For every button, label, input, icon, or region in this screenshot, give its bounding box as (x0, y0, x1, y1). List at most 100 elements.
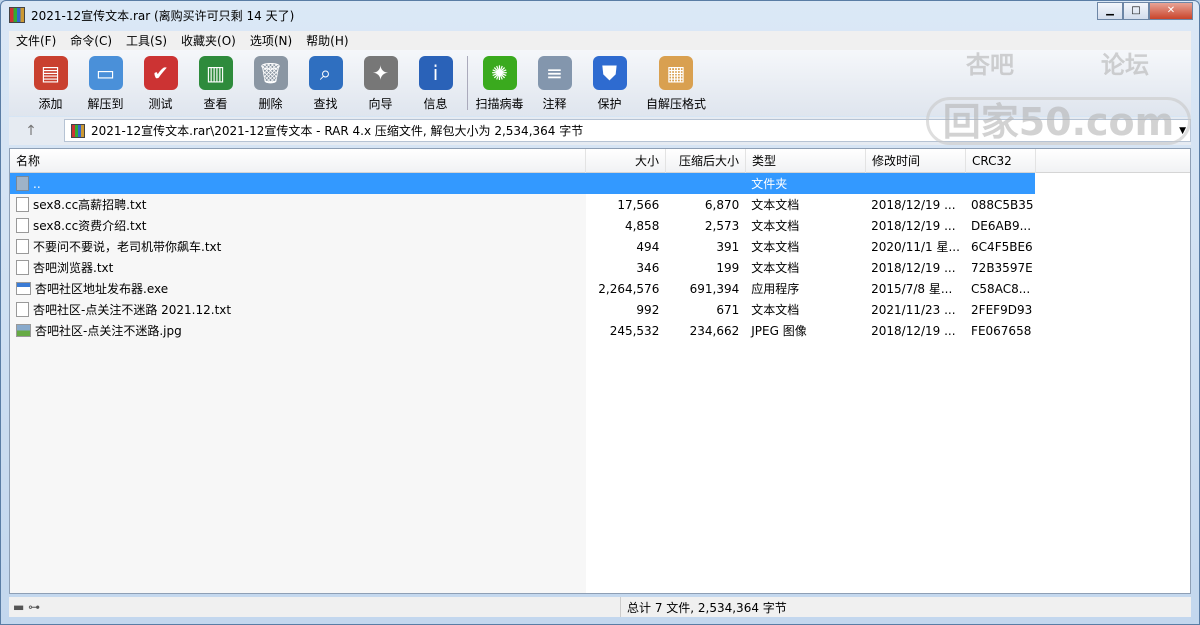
file-crc: 72B3597E (971, 260, 1033, 275)
menu-commands[interactable]: 命令(C) (63, 32, 119, 49)
file-name: .. (33, 176, 41, 191)
sfx-box-icon: ▦ (659, 56, 693, 90)
toolbar-label: 添加 (38, 97, 63, 111)
view-book-icon: ▥ (198, 56, 233, 90)
toolbar-label: 扫描病毒 (475, 97, 524, 111)
file-row[interactable]: 杏吧社区地址发布器.exe 2,264,576 691,394 应用程序 201… (10, 278, 1035, 299)
title-bar: 2021-12宣传文本.rar (离购买许可只剩 14 天了) ▁ □ ✕ (1, 1, 1199, 29)
file-modified: 2018/12/19 ... (871, 260, 956, 275)
file-row[interactable]: 杏吧浏览器.txt 346 199 文本文档 2018/12/19 ... 72… (10, 257, 1035, 278)
toolbar-button[interactable]: i 信息 (408, 50, 463, 116)
menu-help[interactable]: 帮助(H) (299, 32, 355, 49)
file-row[interactable]: 不要问不要说，老司机带你飙车.txt 494 391 文本文档 2020/11/… (10, 236, 1035, 257)
txt-file-icon (16, 197, 29, 212)
maximize-button[interactable]: □ (1123, 2, 1149, 20)
toolbar-label: 自解压格式 (645, 97, 706, 111)
toolbar-button[interactable]: ✔ 测试 (133, 50, 188, 116)
file-packed-size: 234,662 (689, 323, 740, 338)
menu-favorites[interactable]: 收藏夹(O) (174, 32, 243, 49)
file-size: 346 (636, 260, 660, 275)
winrar-window: 2021-12宣传文本.rar (离购买许可只剩 14 天了) ▁ □ ✕ 文件… (0, 0, 1200, 625)
toolbar-button[interactable]: ✦ 向导 (353, 50, 408, 116)
close-button[interactable]: ✕ (1149, 2, 1193, 20)
toolbar-button[interactable]: ▥ 查看 (188, 50, 243, 116)
exe-file-icon (16, 282, 31, 295)
toolbar-label: 保护 (597, 97, 622, 111)
toolbar-button[interactable]: 🗑 删除 (243, 50, 298, 116)
minimize-button[interactable]: ▁ (1097, 2, 1123, 20)
add-archive-icon: ▤ (33, 56, 68, 90)
toolbar-label: 信息 (423, 97, 448, 111)
toolbar-button[interactable]: ▦ 自解压格式 (637, 50, 715, 116)
extract-folder-icon: ▭ (88, 56, 123, 90)
toolbar-label: 查找 (313, 97, 338, 111)
file-packed-size: 391 (716, 239, 740, 254)
menu-options[interactable]: 选项(N) (243, 32, 299, 49)
column-size[interactable]: 大小 (586, 149, 666, 173)
file-row[interactable]: 杏吧社区-点关注不迷路.jpg 245,532 234,662 JPEG 图像 … (10, 320, 1035, 341)
wizard-wand-icon: ✦ (363, 56, 398, 90)
column-packed[interactable]: 压缩后大小 (666, 149, 746, 173)
file-crc: C58AC8... (971, 281, 1031, 296)
file-row[interactable]: sex8.cc资费介绍.txt 4,858 2,573 文本文档 2018/12… (10, 215, 1035, 236)
file-type: 文本文档 (751, 219, 800, 233)
winrar-app-icon (9, 7, 25, 23)
file-name: 杏吧浏览器.txt (33, 261, 114, 275)
comment-icon: ≡ (537, 56, 572, 90)
file-crc: 088C5B35 (971, 197, 1034, 212)
toolbar-button[interactable]: ≡ 注释 (527, 50, 582, 116)
file-name: sex8.cc资费介绍.txt (33, 219, 147, 233)
column-type[interactable]: 类型 (746, 149, 866, 173)
up-arrow-icon[interactable]: ↑ (9, 123, 53, 139)
toolbar-button[interactable]: ⛊ 保护 (582, 50, 637, 116)
toolbar-label: 注释 (542, 97, 567, 111)
search-icon: ⌕ (308, 56, 343, 90)
toolbar-label: 测试 (148, 97, 173, 111)
file-size: 992 (636, 302, 660, 317)
file-type: 文本文档 (751, 198, 800, 212)
column-modified[interactable]: 修改时间 (866, 149, 966, 173)
file-type: 文本文档 (751, 261, 800, 275)
file-type: 文件夹 (751, 177, 788, 191)
menu-bar: 文件(F) 命令(C) 工具(S) 收藏夹(O) 选项(N) 帮助(H) (9, 31, 1191, 50)
chevron-down-icon[interactable]: ▼ (1179, 126, 1186, 136)
drive-lock-icons: ▬ ⊶ (9, 597, 621, 617)
toolbar-button[interactable]: ▤ 添加 (23, 50, 78, 116)
file-packed-size: 199 (716, 260, 740, 275)
jpg-file-icon (16, 324, 31, 337)
file-size: 494 (636, 239, 660, 254)
address-bar: ↑ 2021-12宣传文本.rar\2021-12宣传文本 - RAR 4.x … (9, 117, 1191, 145)
file-packed-size: 6,870 (704, 197, 740, 212)
file-type: JPEG 图像 (751, 324, 807, 338)
txt-file-icon (16, 239, 29, 254)
shield-icon: ⛊ (592, 56, 627, 90)
status-bar: ▬ ⊶ 总计 7 文件, 2,534,364 字节 (9, 597, 1191, 617)
file-modified: 2015/7/8 星... (871, 282, 953, 296)
column-name[interactable]: 名称 (10, 149, 586, 173)
toolbar-label: 查看 (203, 97, 228, 111)
file-row[interactable]: sex8.cc高薪招聘.txt 17,566 6,870 文本文档 2018/1… (10, 194, 1035, 215)
menu-tools[interactable]: 工具(S) (119, 32, 174, 49)
file-packed-size: 671 (716, 302, 740, 317)
file-list[interactable]: 名称 大小 压缩后大小 类型 修改时间 CRC32 .. 文件夹 sex8.cc… (9, 148, 1191, 594)
menu-file[interactable]: 文件(F) (9, 32, 63, 49)
file-packed-size: 2,573 (704, 218, 740, 233)
path-field[interactable]: 2021-12宣传文本.rar\2021-12宣传文本 - RAR 4.x 压缩… (64, 119, 1191, 142)
txt-file-icon (16, 260, 29, 275)
file-type: 应用程序 (751, 282, 800, 296)
file-size: 2,264,576 (598, 281, 660, 296)
txt-file-icon (16, 218, 29, 233)
toolbar-button[interactable]: ▭ 解压到 (78, 50, 133, 116)
toolbar-button[interactable]: ✺ 扫描病毒 (472, 50, 527, 116)
file-name: sex8.cc高薪招聘.txt (33, 198, 147, 212)
file-name: 杏吧社区-点关注不迷路.jpg (35, 324, 182, 338)
file-row[interactable]: .. 文件夹 (10, 173, 1035, 194)
toolbar-button[interactable]: ⌕ 查找 (298, 50, 353, 116)
window-title: 2021-12宣传文本.rar (离购买许可只剩 14 天了) (31, 8, 295, 23)
file-name: 杏吧社区-点关注不迷路 2021.12.txt (33, 303, 232, 317)
file-size: 17,566 (617, 197, 660, 212)
file-type: 文本文档 (751, 303, 800, 317)
column-crc[interactable]: CRC32 (966, 149, 1036, 173)
file-row[interactable]: 杏吧社区-点关注不迷路 2021.12.txt 992 671 文本文档 202… (10, 299, 1035, 320)
info-icon: i (418, 56, 453, 90)
